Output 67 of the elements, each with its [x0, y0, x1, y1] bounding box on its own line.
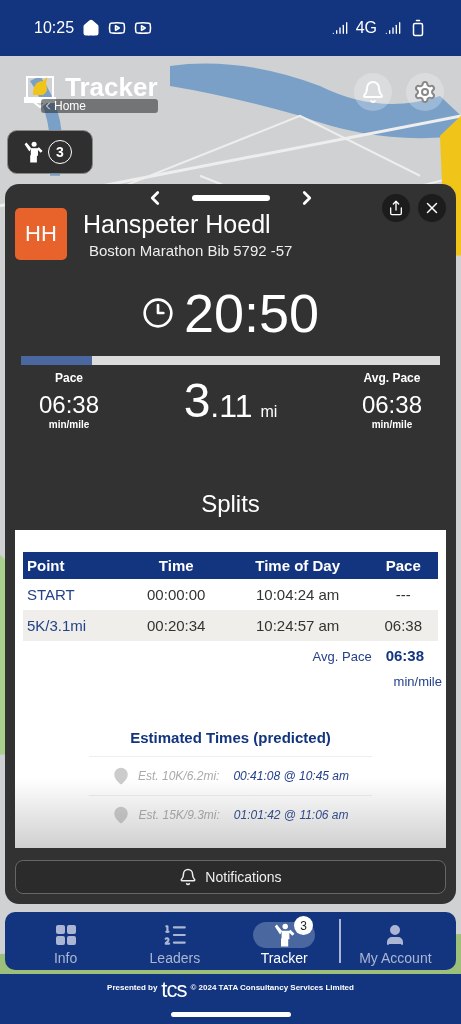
stat-unit: min/mile — [371, 419, 413, 430]
settings-button[interactable] — [406, 73, 444, 111]
nav-tab[interactable]: My Account — [340, 916, 450, 966]
stat-value: 06:38 — [361, 391, 422, 419]
estimate-value: 00:41:08 @ 10:45 am — [233, 769, 349, 783]
sponsor-logo: tcs — [161, 980, 187, 1000]
close-button[interactable] — [418, 194, 446, 222]
share-icon — [388, 200, 404, 216]
estimate-point: Est. 15K/9.3mi: — [138, 808, 220, 822]
drag-handle[interactable] — [191, 195, 270, 201]
notifications-button[interactable] — [354, 73, 392, 111]
estimated-title: Estimated Times (predicted) — [129, 729, 332, 746]
signal-icon — [331, 20, 348, 36]
runner-name: Hanspeter Hoedl — [83, 209, 272, 239]
waving-person-icon — [272, 923, 297, 947]
presented-by: Presented by — [107, 982, 158, 992]
splits-title: Splits — [200, 490, 261, 518]
nav-tab[interactable]: Leaders — [120, 916, 230, 966]
table-cell: 10:04:24 am — [226, 579, 369, 610]
column-header: Time — [125, 552, 227, 579]
avg-pace-unit: min/mile — [393, 674, 442, 689]
stat-unit: min/mile — [48, 419, 90, 430]
copyright: © 2024 TATA Consultancy Services Limited — [190, 982, 354, 992]
nav-tab[interactable]: 3 Tracker — [229, 916, 339, 966]
video-icon — [108, 19, 127, 37]
network-type: 4G — [355, 19, 377, 37]
avg-pace-value: 06:38 — [385, 647, 424, 664]
table-cell: 06:38 — [368, 610, 438, 641]
nav-tab[interactable]: Info — [11, 916, 121, 966]
column-header: Time of Day — [226, 552, 369, 579]
settings-icon — [413, 80, 437, 104]
elapsed-time: 20:50 — [183, 282, 320, 344]
dashboard-icon — [53, 923, 78, 947]
bell-icon — [179, 868, 198, 886]
pin-icon — [112, 806, 131, 824]
avg-pace-label: Avg. Pace — [312, 649, 372, 664]
stat-label: Pace — [55, 371, 84, 385]
share-button[interactable] — [382, 194, 410, 222]
signal-icon — [385, 20, 401, 36]
table-cell: START — [23, 579, 126, 610]
bell-icon — [361, 80, 385, 104]
table-cell: 00:00:00 — [125, 579, 227, 610]
home-icon — [82, 19, 101, 37]
distance-whole: 3 — [183, 373, 211, 428]
runner-initials: HH — [15, 208, 67, 260]
distance-unit: mi — [260, 403, 278, 421]
estimate-value: 01:01:42 @ 11:06 am — [233, 808, 349, 822]
video-icon — [134, 19, 153, 37]
table-cell: --- — [368, 579, 438, 610]
column-header: Point — [23, 552, 126, 579]
table-cell: 00:20:34 — [125, 610, 227, 641]
stat-value: 06:38 — [39, 391, 100, 419]
runner-bib: Boston Marathon Bib 5792 -57 — [89, 241, 293, 259]
table-cell: 5K/3.1mi — [23, 610, 126, 641]
distance-fraction: .11 — [210, 388, 253, 425]
status-time: 10:25 — [34, 19, 75, 37]
tracked-runners-button[interactable]: 3 — [7, 130, 93, 174]
pin-icon — [112, 767, 130, 785]
stat-label: Avg. Pace — [363, 371, 421, 385]
waving-person-icon — [22, 141, 44, 163]
notifications-button[interactable]: Notifications — [15, 860, 446, 894]
home-link[interactable]: Home — [41, 98, 158, 113]
clock-icon — [141, 297, 174, 329]
estimate-point: Est. 10K/6.2mi: — [138, 769, 220, 783]
count-badge: 3 — [294, 916, 314, 935]
column-header: Pace — [368, 552, 438, 579]
table-cell: 10:24:57 am — [226, 610, 369, 641]
